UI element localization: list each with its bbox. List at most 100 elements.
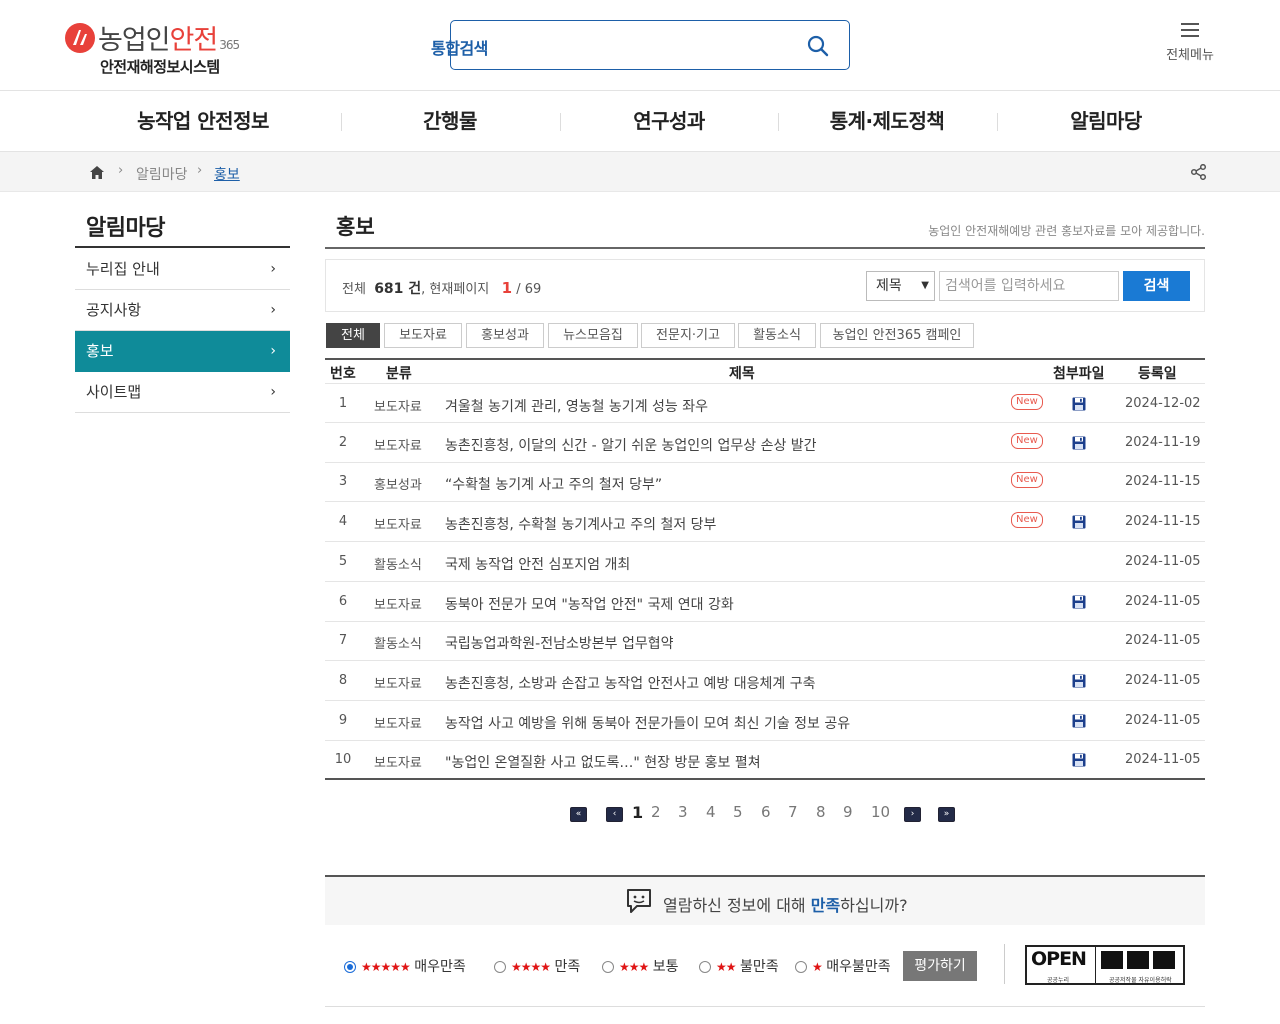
integrated-search-input[interactable]: 통합검색 xyxy=(431,20,850,70)
page-number[interactable]: 2 xyxy=(651,803,661,821)
sidebar-item-promotion[interactable]: 홍보 › xyxy=(75,331,290,372)
page-number[interactable]: 6 xyxy=(761,803,771,821)
last-page-icon[interactable]: » xyxy=(938,807,955,822)
row-category: 활동소식 xyxy=(374,557,422,573)
tab-all[interactable]: 전체 xyxy=(326,323,380,348)
rating-very-dissatisfied[interactable]: ★ 매우불만족 xyxy=(795,956,891,976)
tab-campaign[interactable]: 농업인 안전365 캠페인 xyxy=(820,323,974,348)
floppy-disk-icon[interactable] xyxy=(1072,714,1086,728)
submit-rating-button[interactable]: 평가하기 xyxy=(903,951,977,981)
floppy-disk-icon[interactable] xyxy=(1072,515,1086,529)
floppy-disk-icon[interactable] xyxy=(1072,436,1086,450)
page-number[interactable]: 10 xyxy=(871,803,890,821)
tab-press[interactable]: 보도자료 xyxy=(384,323,462,348)
page-number[interactable]: 8 xyxy=(816,803,826,821)
radio-button[interactable] xyxy=(699,961,711,973)
tab-pr-results[interactable]: 홍보성과 xyxy=(466,323,544,348)
breadcrumb-parent[interactable]: 알림마당 xyxy=(136,164,188,184)
row-title-link[interactable]: 동북아 전문가 모여 "농작업 안전" 국제 연대 강화 xyxy=(445,594,734,614)
table-row[interactable]: 2 보도자료 농촌진흥청, 이달의 신간 - 알기 쉬운 농업인의 업무상 손상 발… xyxy=(325,423,1205,463)
chat-smile-icon xyxy=(627,889,651,913)
sidebar-item-site-guide[interactable]: 누리집 안내 › xyxy=(75,249,290,290)
table-row[interactable]: 9 보도자료 농작업 사고 예방을 위해 동북아 전문가들이 모여 최신 기술 정보… xyxy=(325,701,1205,741)
star-icon: ★★★★★ xyxy=(361,960,411,974)
table-row[interactable]: 1 보도자료 겨울철 농기계 관리, 영농철 농기계 성능 좌우 New 2024-12… xyxy=(325,383,1205,423)
table-row[interactable]: 6 보도자료 동북아 전문가 모여 "농작업 안전" 국제 연대 강화 2024-11… xyxy=(325,582,1205,622)
page-number[interactable]: 1 xyxy=(632,803,643,822)
row-title-link[interactable]: 농촌진흥청, 소방과 손잡고 농작업 안전사고 예방 대응체계 구축 xyxy=(445,673,815,693)
rating-very-satisfied[interactable]: ★★★★★ 매우만족 xyxy=(344,956,466,976)
row-category: 보도자료 xyxy=(374,676,422,692)
radio-button[interactable] xyxy=(602,961,614,973)
page-number[interactable]: 5 xyxy=(733,803,743,821)
page-number[interactable]: 9 xyxy=(843,803,853,821)
page-number[interactable]: 4 xyxy=(706,803,716,821)
floppy-disk-icon[interactable] xyxy=(1072,397,1086,411)
main-nav: 농작업 안전정보 간행물 연구성과 통계·제도정책 알림마당 xyxy=(0,90,1280,152)
tab-articles[interactable]: 전문지·기고 xyxy=(641,323,735,348)
rating-satisfied[interactable]: ★★★★ 만족 xyxy=(494,956,580,976)
rating-dissatisfied[interactable]: ★★ 불만족 xyxy=(699,956,779,976)
keyword-input[interactable]: 검색어를 입력하세요 xyxy=(939,271,1119,301)
page-number[interactable]: 7 xyxy=(788,803,798,821)
sidebar-item-sitemap[interactable]: 사이트맵 › xyxy=(75,372,290,413)
star-icon: ★★★ xyxy=(619,960,649,974)
nav-item-notice[interactable]: 알림마당 xyxy=(1026,91,1186,151)
sidebar-item-label: 공지사항 xyxy=(86,301,142,319)
prev-page-icon[interactable]: ‹ xyxy=(606,807,623,822)
row-title-link[interactable]: 농작업 사고 예방을 위해 동북아 전문가들이 모여 최신 기술 정보 공유 xyxy=(445,713,850,733)
nav-item-statistics[interactable]: 통계·제도정책 xyxy=(807,91,967,151)
radio-button[interactable] xyxy=(795,961,807,973)
tab-news[interactable]: 뉴스모음집 xyxy=(548,323,638,348)
sidebar-item-notice[interactable]: 공지사항 › xyxy=(75,290,290,331)
floppy-disk-icon[interactable] xyxy=(1072,674,1086,688)
table-row[interactable]: 10 보도자료 "농업인 온열질환 사고 없도록…" 현장 방문 홍보 펼쳐 2024… xyxy=(325,740,1205,781)
first-page-icon[interactable]: « xyxy=(570,807,587,822)
column-header-attachment: 첨부파일 xyxy=(1053,366,1105,382)
row-title-link[interactable]: 국립농업과학원-전남소방본부 업무협약 xyxy=(445,633,673,653)
site-logo[interactable]: 농업인안전 365 안전재해정보시스템 xyxy=(64,14,254,78)
row-title-link[interactable]: 국제 농작업 안전 심포지엄 개최 xyxy=(445,554,630,574)
row-title-link[interactable]: "농업인 온열질환 사고 없도록…" 현장 방문 홍보 펼쳐 xyxy=(445,752,761,772)
search-button[interactable]: 검색 xyxy=(1123,271,1190,301)
search-icon[interactable] xyxy=(807,35,829,57)
total-count: 전체 681 건, 현재페이지 1 / 69 xyxy=(342,279,542,297)
row-number: 9 xyxy=(338,712,348,728)
nav-divider xyxy=(997,113,998,131)
radio-button[interactable] xyxy=(344,961,356,973)
row-category: 활동소식 xyxy=(374,637,422,653)
rating-neutral[interactable]: ★★★ 보통 xyxy=(602,956,679,976)
table-top-border xyxy=(325,358,1205,360)
nav-item-farm-safety[interactable]: 농작업 안전정보 xyxy=(98,91,308,151)
row-number: 3 xyxy=(338,474,348,490)
star-icon: ★★★★ xyxy=(511,960,551,974)
table-row[interactable]: 8 보도자료 농촌진흥청, 소방과 손잡고 농작업 안전사고 예방 대응체계 구축 2… xyxy=(325,661,1205,701)
new-badge: New xyxy=(1011,472,1043,489)
table-row[interactable]: 7 활동소식 국립농업과학원-전남소방본부 업무협약 2024-11-05 xyxy=(325,621,1205,662)
all-menu-button[interactable]: 전체메뉴 xyxy=(1160,22,1220,72)
row-title-link[interactable]: 농촌진흥청, 수확철 농기계사고 주의 철저 당부 xyxy=(445,514,716,534)
nav-item-research[interactable]: 연구성과 xyxy=(589,91,749,151)
share-icon[interactable] xyxy=(1190,164,1207,180)
table-row[interactable]: 3 홍보성과 “수확철 농기계 사고 주의 철저 당부” New 2024-11-15 xyxy=(325,462,1205,503)
nav-item-publications[interactable]: 간행물 xyxy=(370,91,530,151)
row-title-link[interactable]: 농촌진흥청, 이달의 신간 - 알기 쉬운 농업인의 업무상 손상 발간 xyxy=(445,435,817,455)
row-title-link[interactable]: “수확철 농기계 사고 주의 철저 당부” xyxy=(445,474,662,494)
table-row[interactable]: 5 활동소식 국제 농작업 안전 심포지엄 개최 2024-11-05 xyxy=(325,542,1205,582)
search-field-select[interactable]: 제목 ▼ xyxy=(866,271,935,301)
tab-activity[interactable]: 활동소식 xyxy=(738,323,816,348)
row-title-link[interactable]: 겨울철 농기계 관리, 영농철 농기계 성능 좌우 xyxy=(445,396,708,416)
next-page-icon[interactable]: › xyxy=(904,807,921,822)
table-row[interactable]: 4 보도자료 농촌진흥청, 수확철 농기계사고 주의 철저 당부 New 2024-11… xyxy=(325,502,1205,543)
home-icon[interactable] xyxy=(90,166,104,179)
page-number[interactable]: 3 xyxy=(678,803,688,821)
row-number: 6 xyxy=(338,593,348,609)
floppy-disk-icon[interactable] xyxy=(1072,595,1086,609)
sidebar-item-label: 누리집 안내 xyxy=(86,260,160,278)
floppy-disk-icon[interactable] xyxy=(1072,753,1086,767)
radio-button[interactable] xyxy=(494,961,506,973)
footer-divider xyxy=(325,1006,1205,1007)
open-logo: OPEN xyxy=(1031,948,1087,970)
kogl-open-badge[interactable]: OPEN 공공누리 공공저작물 자유이용허락 xyxy=(1025,945,1185,985)
breadcrumb-current[interactable]: 홍보 xyxy=(214,164,240,184)
